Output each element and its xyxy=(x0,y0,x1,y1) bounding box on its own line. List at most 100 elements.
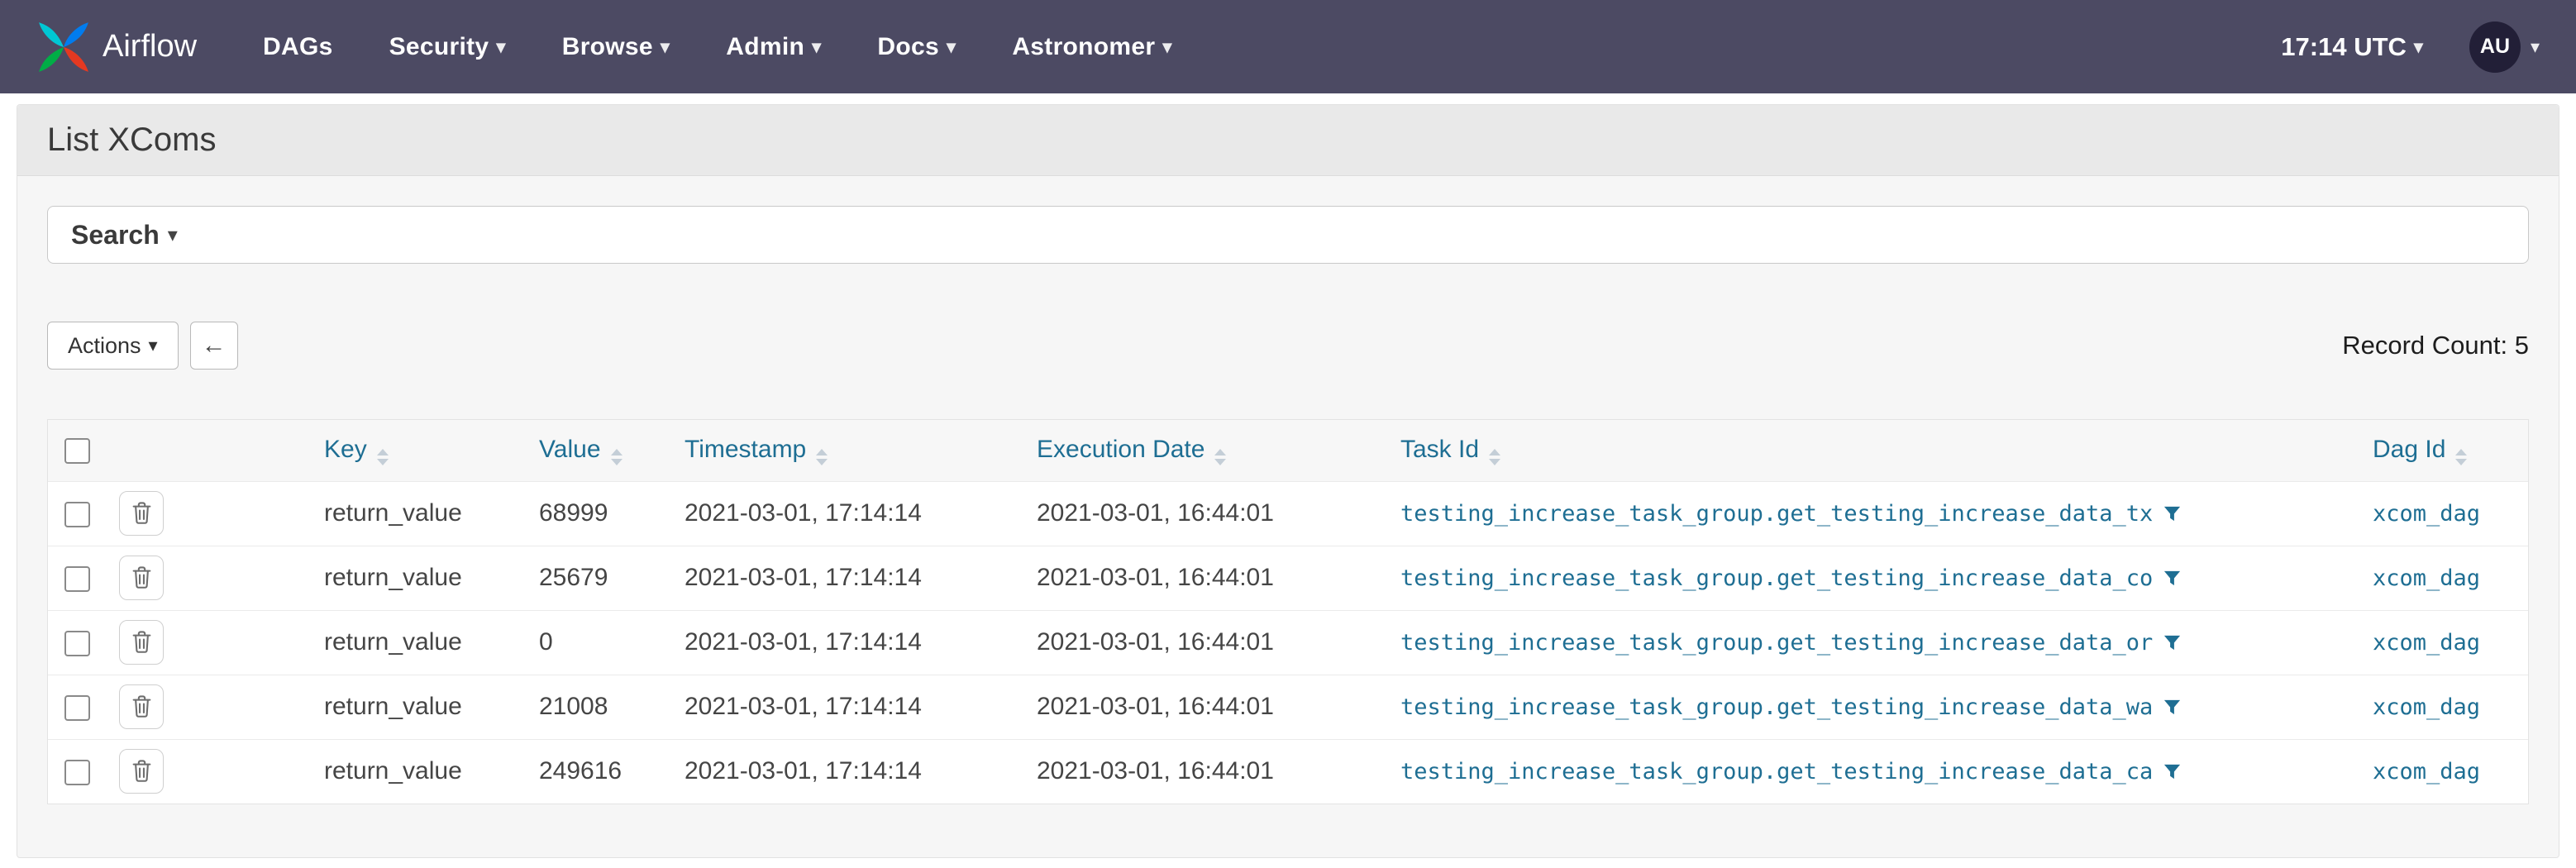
cell-execution-date: 2021-03-01, 16:44:01 xyxy=(1017,610,1381,675)
delete-row-button[interactable] xyxy=(119,749,164,794)
cell-timestamp: 2021-03-01, 17:14:14 xyxy=(665,739,1017,804)
nav-astronomer[interactable]: Astronomer▾ xyxy=(1012,33,1171,61)
header-dag-id-label: Dag Id xyxy=(2373,436,2445,463)
nav-docs-label: Docs xyxy=(877,33,939,61)
header-key[interactable]: Key xyxy=(304,420,519,481)
filter-icon[interactable] xyxy=(2163,762,2182,781)
header-value[interactable]: Value xyxy=(519,420,665,481)
sort-icon[interactable] xyxy=(1214,449,1226,465)
cell-execution-date: 2021-03-01, 16:44:01 xyxy=(1017,739,1381,804)
search-panel-toggle[interactable]: Search ▾ xyxy=(47,206,2529,264)
cell-value: 25679 xyxy=(519,546,665,610)
header-timestamp[interactable]: Timestamp xyxy=(665,420,1017,481)
table-row: return_value 21008 2021-03-01, 17:14:14 … xyxy=(48,675,2528,739)
xcom-table: Key Value Timestamp Execution Date Task … xyxy=(48,420,2528,804)
table-row: return_value 68999 2021-03-01, 17:14:14 … xyxy=(48,481,2528,546)
trash-icon xyxy=(131,629,153,656)
task-id-link[interactable]: testing_increase_task_group.get_testing_… xyxy=(1400,694,2153,720)
header-task-id-label: Task Id xyxy=(1400,436,1479,463)
nav-browse-label: Browse xyxy=(562,33,653,61)
dag-id-link[interactable]: xcom_dag xyxy=(2373,694,2480,720)
sort-icon[interactable] xyxy=(2455,449,2467,465)
table-row: return_value 25679 2021-03-01, 17:14:14 … xyxy=(48,546,2528,610)
row-checkbox[interactable] xyxy=(64,502,90,527)
main-panel: List XComs Search ▾ Actions ▾ ← Record C… xyxy=(17,104,2559,858)
nav-security[interactable]: Security▾ xyxy=(389,33,506,61)
cell-value: 0 xyxy=(519,610,665,675)
trash-icon xyxy=(131,694,153,721)
trash-icon xyxy=(131,758,153,785)
record-count-value: 5 xyxy=(2515,331,2529,360)
actions-button[interactable]: Actions ▾ xyxy=(47,322,179,370)
cell-key: return_value xyxy=(304,481,519,546)
delete-row-button[interactable] xyxy=(119,491,164,536)
cell-execution-date: 2021-03-01, 16:44:01 xyxy=(1017,481,1381,546)
nav-admin[interactable]: Admin▾ xyxy=(726,33,821,61)
row-checkbox[interactable] xyxy=(64,695,90,721)
cell-timestamp: 2021-03-01, 17:14:14 xyxy=(665,481,1017,546)
nav-dags[interactable]: DAGs xyxy=(263,33,333,61)
actions-button-label: Actions xyxy=(68,333,141,359)
cell-value: 249616 xyxy=(519,739,665,804)
caret-down-icon: ▾ xyxy=(2531,36,2540,58)
select-all-checkbox[interactable] xyxy=(64,438,90,464)
dag-id-link[interactable]: xcom_dag xyxy=(2373,759,2480,785)
nav-security-label: Security xyxy=(389,33,489,61)
caret-down-icon: ▾ xyxy=(149,335,158,356)
back-button[interactable]: ← xyxy=(190,322,238,370)
nav-docs[interactable]: Docs ▾ xyxy=(877,33,956,61)
navbar-right: 17:14 UTC ▾ AU ▾ xyxy=(2281,21,2540,73)
nav-browse[interactable]: Browse ▾ xyxy=(562,33,670,61)
cell-timestamp: 2021-03-01, 17:14:14 xyxy=(665,546,1017,610)
panel-heading: List XComs xyxy=(17,105,2559,176)
sort-icon[interactable] xyxy=(1489,449,1500,465)
table-row: return_value 0 2021-03-01, 17:14:14 2021… xyxy=(48,610,2528,675)
caret-down-icon: ▾ xyxy=(168,223,178,247)
cell-timestamp: 2021-03-01, 17:14:14 xyxy=(665,610,1017,675)
row-checkbox[interactable] xyxy=(64,631,90,656)
sort-icon[interactable] xyxy=(377,449,389,465)
header-key-label: Key xyxy=(324,436,367,463)
xcom-table-container: Key Value Timestamp Execution Date Task … xyxy=(47,419,2529,804)
dag-id-link[interactable]: xcom_dag xyxy=(2373,501,2480,527)
row-checkbox[interactable] xyxy=(64,566,90,592)
header-task-id[interactable]: Task Id xyxy=(1381,420,2353,481)
filter-icon[interactable] xyxy=(2163,569,2182,588)
cell-value: 68999 xyxy=(519,481,665,546)
cell-key: return_value xyxy=(304,739,519,804)
filter-icon[interactable] xyxy=(2163,633,2182,652)
header-value-label: Value xyxy=(539,436,601,463)
sort-icon[interactable] xyxy=(816,449,828,465)
task-id-link[interactable]: testing_increase_task_group.get_testing_… xyxy=(1400,759,2153,785)
sort-icon[interactable] xyxy=(611,449,623,465)
trash-icon xyxy=(131,500,153,527)
clock-menu[interactable]: 17:14 UTC ▾ xyxy=(2281,32,2423,62)
cell-execution-date: 2021-03-01, 16:44:01 xyxy=(1017,675,1381,739)
caret-down-icon: ▾ xyxy=(661,36,670,58)
cell-execution-date: 2021-03-01, 16:44:01 xyxy=(1017,546,1381,610)
delete-row-button[interactable] xyxy=(119,556,164,600)
row-checkbox[interactable] xyxy=(64,760,90,785)
airflow-logo-icon xyxy=(36,20,91,74)
caret-down-icon: ▾ xyxy=(947,36,956,58)
header-dag-id[interactable]: Dag Id xyxy=(2353,420,2528,481)
header-execution-date[interactable]: Execution Date xyxy=(1017,420,1381,481)
brand[interactable]: Airflow xyxy=(36,20,197,74)
task-id-link[interactable]: testing_increase_task_group.get_testing_… xyxy=(1400,630,2153,656)
page-title: List XComs xyxy=(47,122,217,159)
delete-row-button[interactable] xyxy=(119,620,164,665)
task-id-link[interactable]: testing_increase_task_group.get_testing_… xyxy=(1400,501,2153,527)
nav-dags-label: DAGs xyxy=(263,33,333,61)
user-menu[interactable]: AU ▾ xyxy=(2469,21,2540,73)
cell-key: return_value xyxy=(304,546,519,610)
dag-id-link[interactable]: xcom_dag xyxy=(2373,565,2480,591)
dag-id-link[interactable]: xcom_dag xyxy=(2373,630,2480,656)
record-count: Record Count: 5 xyxy=(2342,331,2529,360)
delete-row-button[interactable] xyxy=(119,684,164,729)
filter-icon[interactable] xyxy=(2163,698,2182,717)
task-id-link[interactable]: testing_increase_task_group.get_testing_… xyxy=(1400,565,2153,591)
filter-icon[interactable] xyxy=(2163,504,2182,523)
toolbar: Actions ▾ ← Record Count: 5 xyxy=(47,322,2529,370)
back-arrow-icon: ← xyxy=(202,331,227,360)
cell-value: 21008 xyxy=(519,675,665,739)
